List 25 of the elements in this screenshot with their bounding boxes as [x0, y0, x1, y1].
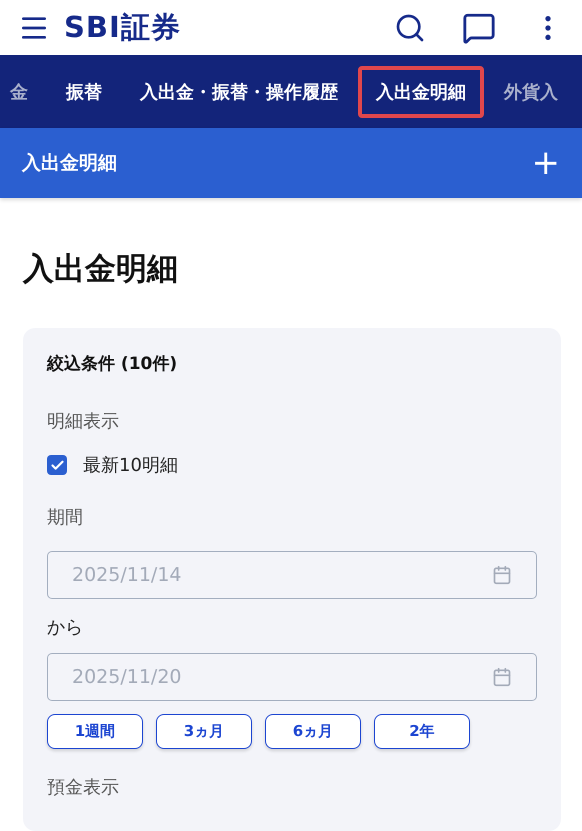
nav-tab[interactable]: 金 — [0, 66, 46, 118]
field-label: 期間 — [47, 506, 84, 529]
checkbox[interactable] — [47, 455, 67, 475]
logo: SBI証券 — [64, 8, 182, 46]
period-preset-button[interactable]: 2年 — [374, 714, 470, 749]
checkbox-label: 最新10明細 — [83, 454, 178, 477]
expand-toggle[interactable]: + — [532, 143, 560, 183]
search-icon[interactable] — [394, 12, 426, 44]
nav-tab[interactable]: 振替 — [48, 66, 120, 118]
calendar-icon — [492, 565, 512, 585]
page-title: 入出金明細 — [23, 250, 179, 289]
nav-tab[interactable]: 入出金明細 — [358, 66, 484, 118]
period-preset-button[interactable]: 6ヵ月 — [265, 714, 361, 749]
period-preset-button[interactable]: 3ヵ月 — [156, 714, 252, 749]
period-preset-button[interactable]: 1週間 — [47, 714, 143, 749]
field-label: 預金表示 — [47, 776, 120, 799]
nav-tab[interactable]: 入出金・振替・操作履歴 — [122, 66, 356, 118]
section-title: 入出金明細 — [22, 151, 117, 176]
calendar-icon — [492, 667, 512, 687]
nav-tab[interactable]: 外貨入 — [486, 66, 576, 118]
filter-heading: 絞込条件 (10件) — [47, 353, 178, 375]
range-text: から — [47, 616, 84, 639]
section-bar[interactable]: 入出金明細 + — [0, 128, 582, 198]
check-icon — [50, 458, 64, 472]
field-label: 明細表示 — [47, 410, 120, 433]
